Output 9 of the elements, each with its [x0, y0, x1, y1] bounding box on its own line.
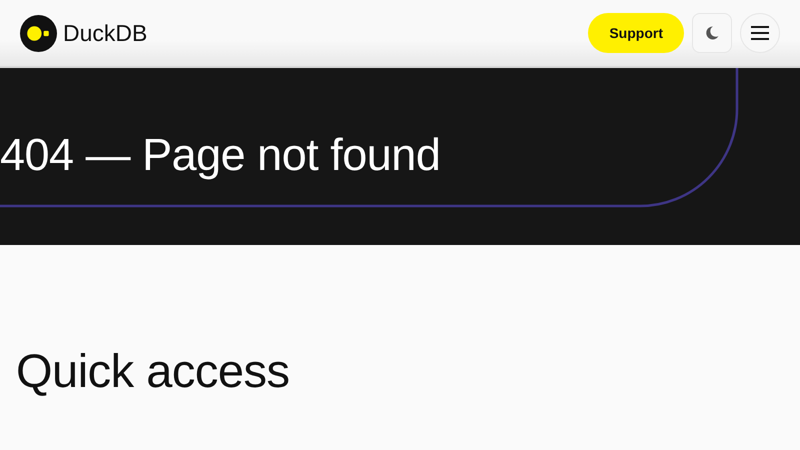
- support-button[interactable]: Support: [588, 13, 684, 53]
- duck-logo-icon: [20, 14, 57, 52]
- page-title: 404 — Page not found: [0, 128, 440, 182]
- menu-button[interactable]: [740, 13, 780, 53]
- section-heading: Quick access: [16, 343, 290, 398]
- logo-link[interactable]: DuckDB: [20, 14, 148, 52]
- moon-icon: [704, 25, 720, 41]
- theme-toggle-button[interactable]: [692, 13, 732, 53]
- menu-icon: [751, 26, 769, 40]
